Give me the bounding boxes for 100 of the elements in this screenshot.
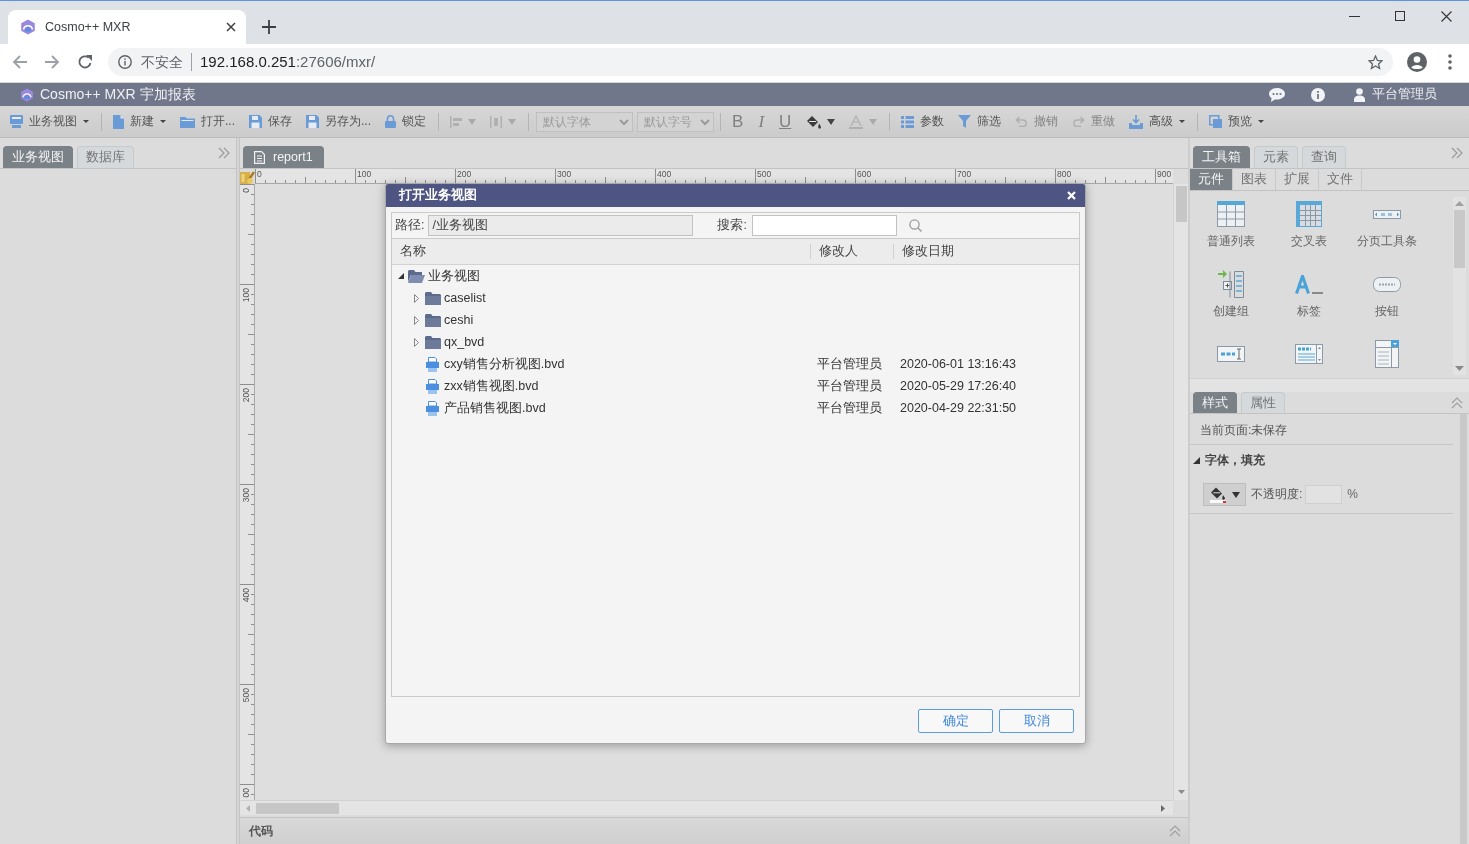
column-header[interactable]: 名称 (392, 244, 810, 259)
menu-icon[interactable] (1448, 54, 1452, 70)
minimize-icon[interactable] (1348, 15, 1360, 17)
save-icon (249, 115, 262, 128)
scrollbar-thumb[interactable] (1454, 210, 1465, 268)
user-menu[interactable]: 平台管理员 (1354, 87, 1437, 102)
section-header[interactable]: 字体，填充 (1190, 445, 1453, 467)
column-header[interactable]: 修改人 (810, 244, 893, 259)
panel-tab[interactable]: 属性 (1241, 392, 1285, 413)
maximize-icon[interactable] (1395, 11, 1405, 21)
collapse-icon[interactable] (1451, 147, 1463, 159)
tool-item[interactable]: 按钮 (1348, 270, 1426, 340)
panel-subtab[interactable]: 图表 (1233, 169, 1276, 190)
panel-tab[interactable]: 业务视图 (3, 146, 73, 168)
panel-tab[interactable]: 查询 (1302, 146, 1346, 168)
tree-toggle-icon[interactable] (414, 337, 419, 347)
tree-item-label[interactable]: ceshi (443, 312, 475, 328)
scrollbar-track[interactable] (1460, 414, 1467, 844)
column-header[interactable]: 修改日期 (893, 244, 1079, 259)
parameters-button[interactable]: 参数 (897, 109, 949, 134)
preview-button[interactable]: 预览 (1205, 109, 1269, 134)
tool-item[interactable]: 创建组 (1192, 270, 1270, 340)
panel-tab[interactable]: 元素 (1254, 146, 1298, 168)
search-field[interactable] (751, 215, 897, 236)
document-tab[interactable]: report1 (243, 146, 324, 168)
expand-icon[interactable] (1169, 825, 1181, 837)
scroll-down-icon[interactable] (1177, 790, 1185, 794)
tool-item[interactable]: 交叉表 (1270, 200, 1348, 270)
info-icon[interactable] (118, 55, 132, 69)
collapse-icon[interactable] (1451, 396, 1463, 409)
tree-item-label[interactable]: zxx销售视图.bvd (443, 378, 540, 394)
user-icon (1354, 87, 1365, 102)
lock-button[interactable]: 锁定 (381, 109, 431, 134)
chat-icon[interactable] (1269, 87, 1285, 102)
fill-color-button[interactable] (1203, 483, 1246, 506)
path-field[interactable]: /业务视图 (428, 215, 694, 236)
search-icon[interactable] (908, 219, 922, 232)
back-icon[interactable] (12, 54, 28, 70)
tool-item[interactable]: 标签 (1270, 270, 1348, 340)
code-panel-header[interactable]: 代码 (240, 817, 1188, 844)
close-icon[interactable] (1440, 10, 1452, 22)
tree-item-label[interactable]: 产品销售视图.bvd (443, 400, 547, 416)
info-icon[interactable] (1311, 87, 1325, 102)
vertical-scrollbar[interactable] (1453, 197, 1466, 375)
reload-icon[interactable] (77, 54, 93, 70)
address-bar[interactable]: 不安全 192.168.0.251:27606/mxr/ (108, 48, 1393, 76)
scroll-down-icon[interactable] (1455, 366, 1464, 371)
scrollbar-thumb[interactable] (1175, 186, 1187, 222)
save-button[interactable]: 保存 (245, 109, 296, 134)
save-as-button[interactable]: 另存为... (302, 109, 376, 134)
tree-toggle-icon[interactable] (398, 273, 404, 279)
textbox-icon[interactable] (1217, 346, 1245, 362)
scroll-up-icon[interactable] (1455, 201, 1464, 206)
panel-tab[interactable]: 工具箱 (1193, 146, 1250, 168)
tree-toggle-icon[interactable] (414, 315, 419, 325)
panel-subtab[interactable]: 文件 (1319, 169, 1362, 190)
tree-item-label[interactable]: 业务视图 (427, 268, 481, 284)
advanced-button[interactable]: 高级 (1125, 109, 1190, 134)
tree-toggle-icon[interactable] (414, 293, 419, 303)
tree-item-label[interactable]: caselist (443, 290, 487, 306)
pencil-box-icon[interactable] (240, 169, 255, 184)
scroll-left-icon[interactable] (246, 804, 250, 812)
open-button[interactable]: 打开... (176, 109, 239, 134)
app-title: Cosmo++ MXR 宇加报表 (40, 86, 196, 103)
dropdown-icon[interactable] (1375, 340, 1399, 368)
panel-subtab[interactable]: 元件 (1190, 169, 1233, 190)
document-icon (254, 151, 265, 164)
table-cell-text: 平台管理员 (816, 356, 882, 372)
panel-tab[interactable]: 样式 (1193, 392, 1237, 413)
percent-unit: % (1347, 487, 1358, 502)
cancel-button[interactable]: 取消 (999, 709, 1074, 733)
collapse-icon[interactable] (218, 147, 230, 159)
tree-item-label[interactable]: cxy销售分析视图.bvd (443, 356, 566, 372)
tool-item[interactable]: 分页工具条 (1348, 200, 1426, 270)
tree-item-label[interactable]: qx_bvd (443, 334, 486, 350)
star-icon[interactable] (1368, 54, 1383, 70)
new-button[interactable]: 新建 (109, 109, 170, 134)
view-button[interactable]: 业务视图 (6, 109, 93, 134)
tool-item[interactable]: 普通列表 (1192, 200, 1270, 270)
ruler-label: 00 (241, 788, 251, 798)
panel-subtab[interactable]: 扩展 (1276, 169, 1319, 190)
ruler-label: 100 (241, 288, 251, 303)
confirm-button[interactable]: 确定 (918, 709, 993, 733)
textarea-icon[interactable] (1295, 344, 1323, 364)
panel-tab[interactable]: 数据库 (77, 146, 134, 168)
profile-icon[interactable] (1407, 52, 1427, 72)
forward-icon[interactable] (44, 54, 60, 70)
dialog-title: 打开业务视图 (399, 188, 477, 203)
horizontal-scrollbar[interactable] (240, 800, 1173, 815)
close-icon[interactable] (226, 22, 236, 32)
table-cell-text: 2020-05-29 17:26:40 (899, 378, 1017, 394)
scroll-right-icon[interactable] (1161, 804, 1165, 812)
vertical-scrollbar[interactable] (1173, 184, 1188, 800)
printer-icon (426, 356, 439, 372)
browser-tab[interactable]: Cosmo++ MXR (8, 10, 246, 44)
scrollbar-thumb[interactable] (256, 802, 339, 814)
filter-button[interactable]: 筛选 (954, 109, 1006, 134)
plus-icon[interactable] (262, 20, 276, 34)
text-color-icon (849, 114, 864, 129)
tool-label: 按钮 (1375, 304, 1399, 318)
